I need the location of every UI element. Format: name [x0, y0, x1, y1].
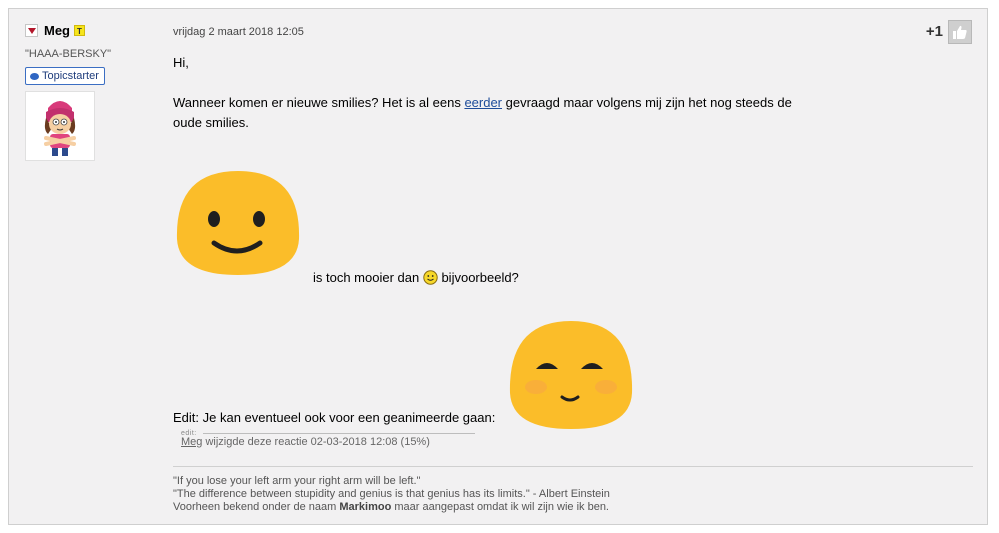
signature-line-3-end: maar aangepast omdat ik wil zijn wie ik …: [391, 501, 609, 513]
signature-former-name: Markimoo: [339, 501, 392, 513]
thumbs-up-button[interactable]: [948, 20, 972, 44]
signature-divider: [173, 466, 973, 467]
edit-info: edit: Meg wijzigde deze reactie 02-03-20…: [173, 430, 475, 448]
smiley-icon: [423, 270, 438, 285]
compare-text-before: is toch mooier dan: [313, 270, 423, 285]
avatar-image: [44, 101, 76, 156]
author-row: Meg T: [25, 23, 115, 38]
chat-bubble-icon: [30, 72, 39, 80]
greeting-text: Hi,: [173, 55, 189, 70]
eerder-link[interactable]: eerder: [464, 95, 502, 110]
signature-line-1: "If you lose your left arm your right ar…: [173, 475, 421, 487]
author-panel: Meg T "HAAA-BERSKY" Topicstarter: [25, 23, 115, 161]
avatar[interactable]: [25, 91, 95, 161]
paragraph-line-1: Wanneer komen er nieuwe smilies? Het is …: [173, 95, 792, 110]
forum-post: Meg T "HAAA-BERSKY" Topicstarter vrijdag…: [8, 8, 988, 525]
edit-note-text: Edit: Je kan eventueel ook voor een gean…: [173, 410, 496, 425]
large-smiley-image: [176, 171, 300, 275]
paragraph-text-2: gevraagd maar volgens mij zijn het nog s…: [502, 95, 792, 110]
topicstarter-badge: Topicstarter: [25, 67, 105, 85]
paragraph-text-1: Wanneer komen er nieuwe smilies? Het is …: [173, 95, 465, 110]
plus-one-count: +1: [925, 23, 943, 40]
signature-line-2: "The difference between stupidity and ge…: [173, 488, 610, 500]
compare-line: is toch mooier dan bijvoorbeeld?: [313, 270, 519, 285]
signature: "If you lose your left arm your right ar…: [173, 475, 610, 514]
compare-text-after: bijvoorbeeld?: [437, 270, 519, 285]
user-custom-title: "HAAA-BERSKY": [25, 48, 112, 60]
tweaker-badge: T: [74, 25, 85, 36]
edit-user-link[interactable]: Meg: [181, 436, 202, 448]
edit-detail: wijzigde deze reactie 02-03-2018 12:08 (…: [202, 436, 430, 448]
signature-line-3: Voorheen bekend onder de naam Markimoo m…: [173, 501, 610, 514]
post-timestamp[interactable]: vrijdag 2 maart 2018 12:05: [173, 26, 304, 38]
paragraph-line-2: oude smilies.: [173, 115, 249, 130]
animated-smiley-image: [509, 321, 633, 429]
author-name[interactable]: Meg: [44, 23, 70, 38]
thumbs-up-icon: [953, 25, 967, 39]
edit-divider: [203, 433, 475, 434]
signature-line-3-start: Voorheen bekend onder de naam: [173, 501, 340, 513]
collapse-arrow-icon[interactable]: [25, 24, 38, 37]
topicstarter-label: Topicstarter: [42, 70, 99, 82]
edit-text: Meg wijzigde deze reactie 02-03-2018 12:…: [181, 436, 475, 448]
